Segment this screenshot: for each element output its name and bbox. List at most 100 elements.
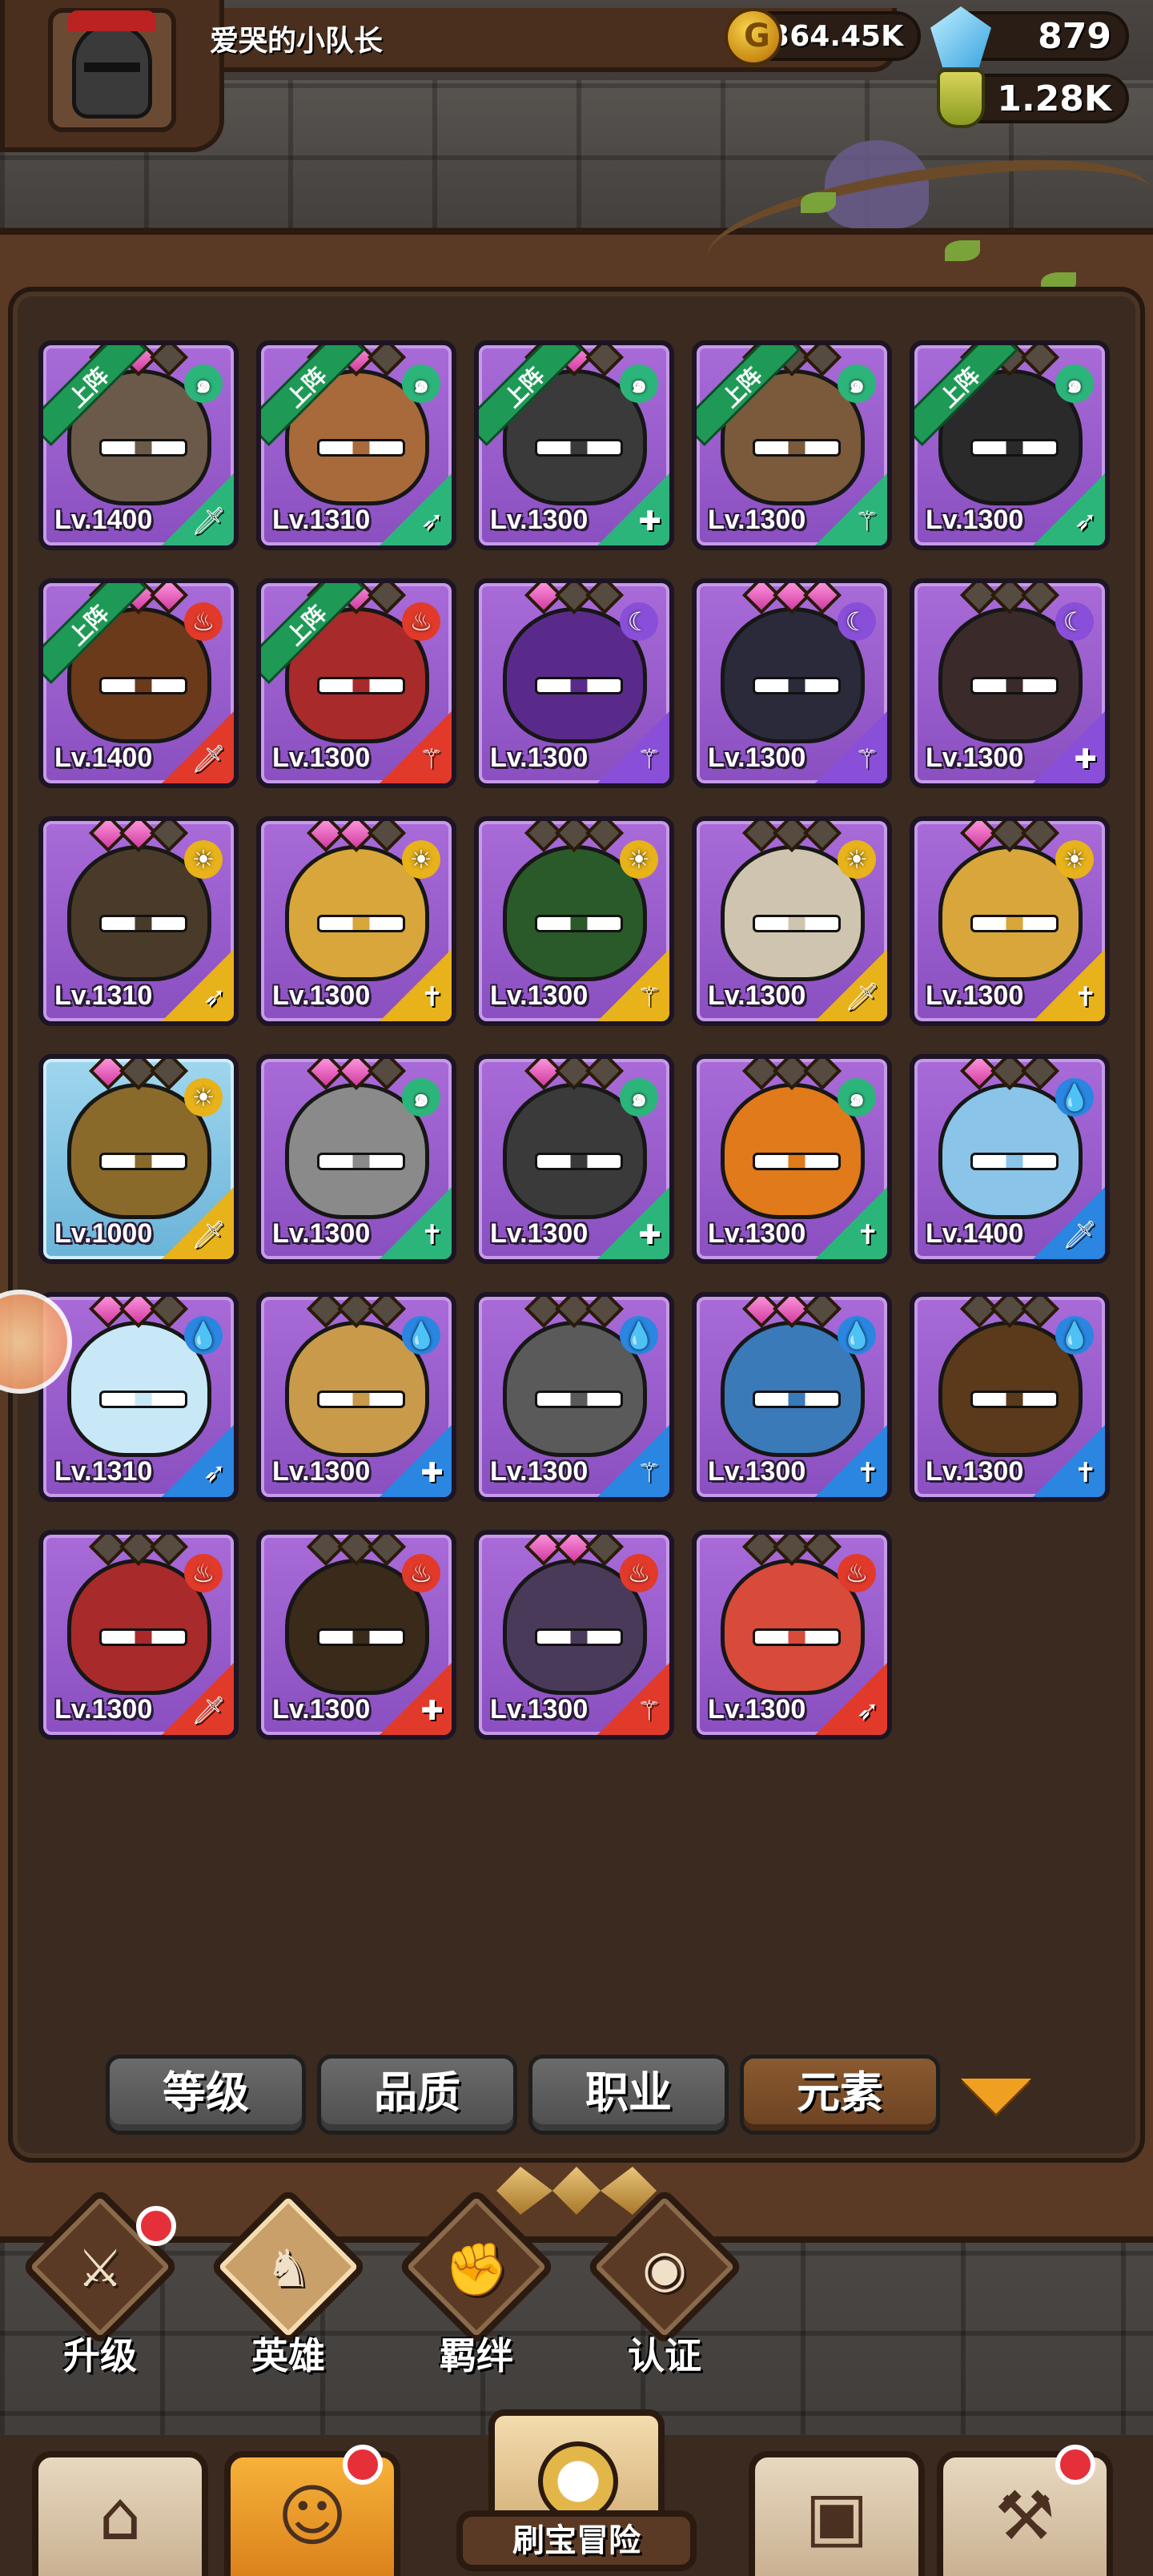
sword-class-icon: 🗡 bbox=[1062, 1219, 1097, 1251]
hero-card[interactable]: ♨ ✚ Lv.1300 bbox=[256, 1530, 456, 1740]
hero-eyes bbox=[99, 677, 187, 694]
shield-class-icon: ✚ bbox=[638, 1219, 662, 1251]
sort-by-element-button[interactable]: 元素 bbox=[740, 2055, 940, 2135]
hero-level: Lv.1300 bbox=[272, 980, 371, 1011]
subtab-bonds[interactable]: ✊ 羁绊 bbox=[396, 2188, 556, 2379]
hero-card[interactable]: 💧 ✝ Lv.1300 bbox=[692, 1292, 892, 1502]
dark-element-icon: ☾ bbox=[1055, 602, 1094, 641]
hero-card[interactable]: 上阵๑ 🗡 Lv.1400 bbox=[38, 340, 239, 550]
star-rating bbox=[88, 1059, 189, 1091]
hero-card[interactable]: 上阵๑ ⚚ Lv.1300 bbox=[692, 340, 892, 550]
hero-eyes bbox=[99, 1391, 187, 1408]
hero-card[interactable]: ♨ ⚚ Lv.1300 bbox=[474, 1530, 674, 1740]
hero-card[interactable]: ๑ ✝ Lv.1300 bbox=[256, 1054, 456, 1264]
hero-eyes bbox=[535, 915, 623, 932]
subtab-upgrade[interactable]: ⚔ 升级 bbox=[20, 2188, 180, 2379]
hero-card[interactable]: ☀ ⚚ Lv.1300 bbox=[474, 816, 674, 1026]
hero-card[interactable]: ♨ 🗡 Lv.1300 bbox=[38, 1530, 239, 1740]
nav-hero-button[interactable]: ☺ bbox=[224, 2445, 400, 2576]
hero-card[interactable]: ☾ ⚚ Lv.1300 bbox=[692, 578, 892, 788]
nav-shop-button[interactable]: ⌂ bbox=[32, 2451, 208, 2576]
potion-amount: 1.28K bbox=[997, 78, 1111, 119]
sort-buttons: 等级 品质 职业 元素 bbox=[106, 2055, 1067, 2135]
hero-card[interactable]: 💧 ✝ Lv.1300 bbox=[910, 1292, 1110, 1502]
hero-level: Lv.1300 bbox=[272, 743, 371, 773]
hero-icon: ♞ bbox=[265, 2240, 311, 2299]
star-rating bbox=[741, 1059, 842, 1091]
hero-level: Lv.1310 bbox=[54, 1456, 153, 1487]
staff-class-icon: ⚚ bbox=[419, 743, 444, 775]
hero-card[interactable]: ๑ ✚ Lv.1300 bbox=[474, 1054, 674, 1264]
hero-level: Lv.1300 bbox=[490, 1694, 589, 1725]
subtab-heroes[interactable]: ♞ 英雄 bbox=[208, 2188, 368, 2379]
hero-level: Lv.1300 bbox=[272, 1694, 371, 1725]
hero-card[interactable]: 💧 🗡 Lv.1400 bbox=[910, 1054, 1110, 1264]
player-name: 爱哭的小队长 bbox=[210, 25, 384, 58]
nav-forge-button[interactable]: ⚒ bbox=[937, 2445, 1113, 2576]
backpack-icon: ▣ bbox=[805, 2477, 869, 2555]
nav-backpack-button[interactable]: ▣ bbox=[749, 2451, 925, 2576]
hero-card[interactable]: 上阵๑ ✚ Lv.1300 bbox=[474, 340, 674, 550]
hero-card[interactable]: 上阵๑ ➶ Lv.1310 bbox=[256, 340, 456, 550]
fire-element-icon: ♨ bbox=[184, 1554, 223, 1592]
hero-level: Lv.1300 bbox=[708, 505, 806, 535]
star-rating bbox=[524, 583, 625, 615]
sort-by-quality-button[interactable]: 品质 bbox=[317, 2055, 517, 2135]
subtab-heroes-label: 英雄 bbox=[251, 2334, 325, 2377]
hero-level: Lv.1300 bbox=[490, 505, 589, 535]
hero-card[interactable]: 上阵๑ ➶ Lv.1300 bbox=[910, 340, 1110, 550]
hammer-icon: ⚒ bbox=[994, 2477, 1055, 2555]
hero-card[interactable]: ๑ ✝ Lv.1300 bbox=[692, 1054, 892, 1264]
shield-class-icon: ✚ bbox=[638, 505, 662, 537]
water-element-icon: 💧 bbox=[838, 1316, 876, 1354]
subtab-upgrade-label: 升级 bbox=[63, 2334, 137, 2377]
gold-ornament bbox=[496, 2167, 657, 2215]
notification-dot bbox=[1055, 2445, 1095, 2485]
hero-eyes bbox=[753, 1391, 841, 1408]
sword-class-icon: 🗡 bbox=[844, 981, 879, 1013]
wind-element-icon: ๑ bbox=[838, 364, 876, 403]
hero-level: Lv.1300 bbox=[708, 1694, 806, 1725]
star-rating bbox=[524, 1059, 625, 1091]
hero-card[interactable]: ☀ ✝ Lv.1300 bbox=[256, 816, 456, 1026]
hero-eyes bbox=[753, 915, 841, 932]
wind-element-icon: ๑ bbox=[838, 1078, 876, 1117]
bow-class-icon: ➶ bbox=[856, 1695, 880, 1727]
hero-eyes bbox=[753, 439, 841, 457]
shop-icon: ⌂ bbox=[98, 2477, 142, 2555]
player-avatar[interactable] bbox=[48, 8, 176, 132]
hero-card[interactable]: 上阵 ♨ 🗡 Lv.1400 bbox=[38, 578, 239, 788]
subtab-certify[interactable]: ◉ 认证 bbox=[585, 2188, 745, 2379]
sort-by-class-button[interactable]: 职业 bbox=[528, 2055, 729, 2135]
knight-helmet-icon bbox=[68, 10, 156, 119]
hero-level: Lv.1000 bbox=[54, 1218, 153, 1249]
hero-level: Lv.1300 bbox=[54, 1694, 153, 1725]
hero-card[interactable]: ☀ ➶ Lv.1310 bbox=[38, 816, 239, 1026]
hero-portrait-icon: ☺ bbox=[277, 2477, 348, 2555]
gold-coin-icon bbox=[725, 8, 782, 66]
hero-card[interactable]: ♨ ➶ Lv.1300 bbox=[692, 1530, 892, 1740]
water-element-icon: 💧 bbox=[1055, 1316, 1094, 1354]
star-rating bbox=[959, 583, 1060, 615]
hero-card[interactable]: ☀ 🗡 Lv.1300 bbox=[692, 816, 892, 1026]
wind-element-icon: ๑ bbox=[402, 364, 440, 403]
cross-class-icon: ✝ bbox=[420, 981, 444, 1013]
hero-card[interactable]: ☀ 🗡 Lv.1000 bbox=[38, 1054, 239, 1264]
star-rating bbox=[741, 821, 842, 853]
hero-level: Lv.1300 bbox=[272, 1456, 371, 1487]
sort-by-level-button[interactable]: 等级 bbox=[106, 2055, 306, 2135]
hero-card[interactable]: ☀ ✝ Lv.1300 bbox=[910, 816, 1110, 1026]
hero-card[interactable]: 上阵 ♨ ⚚ Lv.1300 bbox=[256, 578, 456, 788]
sword-class-icon: 🗡 bbox=[191, 505, 226, 537]
sort-order-dropdown-icon[interactable] bbox=[961, 2079, 1031, 2114]
hero-level: Lv.1300 bbox=[708, 1218, 806, 1249]
hero-card[interactable]: ☾ ✚ Lv.1300 bbox=[910, 578, 1110, 788]
hero-card[interactable]: 💧 ✚ Lv.1300 bbox=[256, 1292, 456, 1502]
hero-card[interactable]: 💧 ⚚ Lv.1300 bbox=[474, 1292, 674, 1502]
nav-adventure-button[interactable]: 刷宝冒险 bbox=[448, 2401, 705, 2576]
adventure-label: 刷宝冒险 bbox=[456, 2510, 697, 2571]
hero-level: Lv.1300 bbox=[490, 743, 589, 773]
hero-eyes bbox=[535, 1628, 623, 1646]
star-rating bbox=[306, 1535, 407, 1567]
hero-card[interactable]: ☾ ⚚ Lv.1300 bbox=[474, 578, 674, 788]
